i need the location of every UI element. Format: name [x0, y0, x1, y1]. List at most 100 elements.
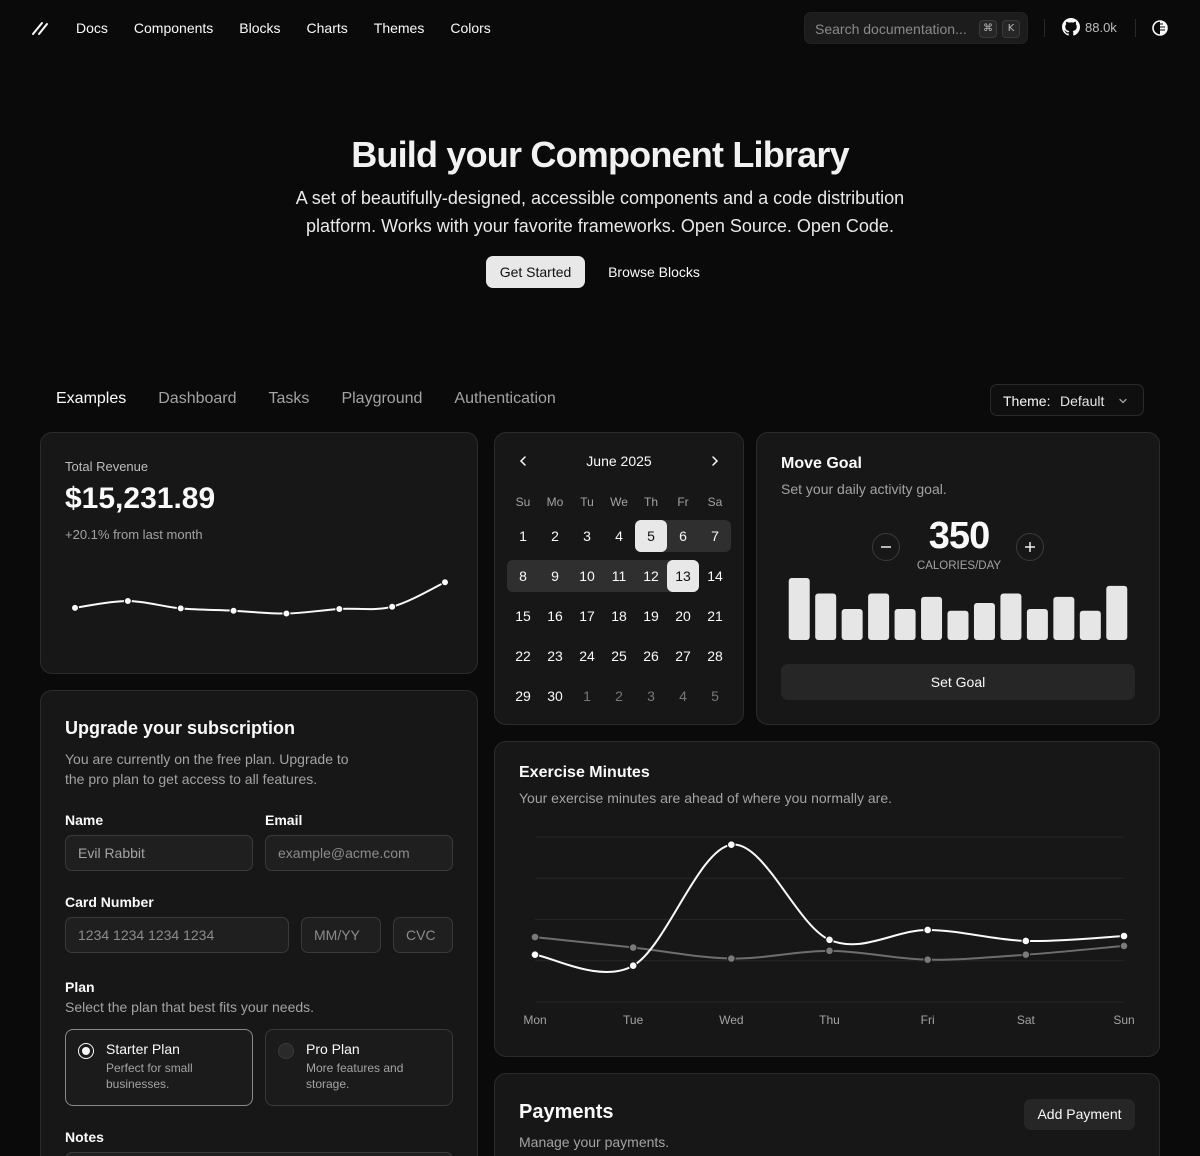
calendar-day[interactable]: 25: [603, 640, 635, 672]
nav-colors[interactable]: Colors: [450, 19, 490, 37]
calendar-day[interactable]: 10: [571, 560, 603, 592]
browse-blocks-button[interactable]: Browse Blocks: [596, 256, 712, 288]
calendar-day[interactable]: 12: [635, 560, 667, 592]
upgrade-title: Upgrade your subscription: [65, 718, 296, 738]
series-point: [825, 946, 834, 956]
tab-dashboard[interactable]: Dashboard: [158, 389, 236, 409]
nav-themes[interactable]: Themes: [374, 19, 425, 37]
calendar-day[interactable]: 5: [699, 680, 731, 712]
calendar-day[interactable]: 11: [603, 560, 635, 592]
goal-bar: [894, 609, 916, 640]
goal-bar: [815, 593, 837, 640]
notes-field[interactable]: [65, 1152, 453, 1156]
cvc-field[interactable]: CVC: [393, 917, 453, 953]
calendar-day[interactable]: 18: [603, 600, 635, 632]
kbd-cmd: ⌘: [979, 20, 997, 38]
main-nav: Docs Components Blocks Charts Themes Col…: [76, 19, 517, 37]
calendar-day[interactable]: 26: [635, 640, 667, 672]
calendar-day[interactable]: 29: [507, 680, 539, 712]
add-payment-button[interactable]: Add Payment: [1024, 1099, 1135, 1130]
goal-bar: [788, 578, 810, 640]
calendar-day[interactable]: 3: [635, 680, 667, 712]
exercise-line-chart: Mon Tue Wed Thu Fri Sat Sun: [523, 836, 1135, 1027]
card-number-field[interactable]: 1234 1234 1234 1234: [65, 917, 289, 953]
calendar-day[interactable]: 27: [667, 640, 699, 672]
calendar-day[interactable]: 9: [539, 560, 571, 592]
calendar-day[interactable]: 30: [539, 680, 571, 712]
goal-value: 350: [928, 515, 990, 557]
chevron-right-icon[interactable]: [707, 453, 723, 469]
increase-button[interactable]: [1016, 533, 1044, 561]
revenue-point: [441, 578, 449, 587]
calendar-day[interactable]: 14: [699, 560, 731, 592]
calendar-day[interactable]: 1: [571, 680, 603, 712]
calendar-day[interactable]: 21: [699, 600, 731, 632]
theme-toggle-icon[interactable]: [1151, 19, 1169, 37]
theme-select[interactable]: Theme: Default: [990, 384, 1144, 416]
calendar-day[interactable]: 13: [667, 560, 699, 592]
set-goal-button[interactable]: Set Goal: [781, 664, 1135, 700]
series-point: [1021, 950, 1031, 959]
decrease-button[interactable]: [872, 533, 900, 561]
calendar-day[interactable]: 24: [571, 640, 603, 672]
calendar-day[interactable]: 16: [539, 600, 571, 632]
tab-playground[interactable]: Playground: [341, 389, 422, 409]
x-tick-label: Sat: [1017, 1013, 1036, 1027]
starter-plan-option[interactable]: Starter Plan Perfect for small businesse…: [65, 1029, 253, 1106]
calendar-day[interactable]: 3: [571, 520, 603, 552]
expiry-field[interactable]: MM/YY: [301, 917, 381, 953]
name-field[interactable]: Evil Rabbit: [65, 835, 253, 871]
plan-label: Plan: [65, 979, 95, 995]
exercise-title: Exercise Minutes: [519, 764, 650, 781]
upgrade-subtitle: You are currently on the free plan. Upgr…: [65, 751, 349, 787]
calendar-day[interactable]: 4: [667, 680, 699, 712]
calendar-day[interactable]: 22: [507, 640, 539, 672]
goal-bar: [868, 593, 890, 640]
calendar-day[interactable]: 17: [571, 600, 603, 632]
revenue-delta: +20.1% from last month: [65, 527, 203, 542]
calendar-day[interactable]: 1: [507, 520, 539, 552]
payments-subtitle: Manage your payments.: [519, 1134, 670, 1150]
tab-tasks[interactable]: Tasks: [269, 389, 310, 409]
goal-bar-chart: [788, 578, 1128, 640]
calendar-day[interactable]: 19: [635, 600, 667, 632]
series-point: [628, 961, 638, 970]
calendar-day[interactable]: 20: [667, 600, 699, 632]
revenue-point: [176, 604, 185, 613]
goal-bar: [841, 609, 863, 640]
plan-name: Pro Plan: [306, 1041, 360, 1057]
github-icon[interactable]: [1062, 18, 1080, 36]
nav-docs[interactable]: Docs: [76, 19, 108, 37]
calendar-day[interactable]: 4: [603, 520, 635, 552]
plan-desc: More features and storage.: [306, 1061, 404, 1091]
revenue-point: [335, 604, 344, 613]
calendar-day[interactable]: 15: [507, 600, 539, 632]
radio-unselected[interactable]: [278, 1043, 294, 1059]
x-tick-label: Sun: [1113, 1013, 1134, 1027]
goal-bar: [1079, 610, 1101, 640]
tab-examples[interactable]: Examples: [56, 389, 126, 409]
email-field[interactable]: example@acme.com: [265, 835, 453, 871]
logo-icon[interactable]: [30, 18, 50, 38]
calendar-day[interactable]: 2: [539, 520, 571, 552]
nav-components[interactable]: Components: [134, 19, 213, 37]
name-label: Name: [65, 812, 104, 828]
revenue-point: [123, 597, 132, 606]
series-point: [1021, 936, 1031, 946]
pro-plan-option[interactable]: Pro Plan More features and storage.: [265, 1029, 453, 1106]
get-started-button[interactable]: Get Started: [486, 256, 585, 288]
tab-authentication[interactable]: Authentication: [454, 389, 555, 409]
calendar-day[interactable]: 8: [507, 560, 539, 592]
calendar-day[interactable]: 2: [603, 680, 635, 712]
calendar-day[interactable]: 7: [699, 520, 731, 552]
nav-charts[interactable]: Charts: [307, 19, 348, 37]
github-stars[interactable]: 88.0k: [1085, 20, 1117, 35]
goal-bar: [1026, 609, 1048, 640]
calendar-day[interactable]: 6: [667, 520, 699, 552]
calendar-day[interactable]: 5: [635, 520, 667, 552]
radio-selected[interactable]: [78, 1043, 94, 1059]
nav-blocks[interactable]: Blocks: [239, 19, 280, 37]
calendar-day[interactable]: 23: [539, 640, 571, 672]
calendar-day[interactable]: 28: [699, 640, 731, 672]
search-input[interactable]: Search documentation... ⌘ K: [804, 12, 1028, 44]
